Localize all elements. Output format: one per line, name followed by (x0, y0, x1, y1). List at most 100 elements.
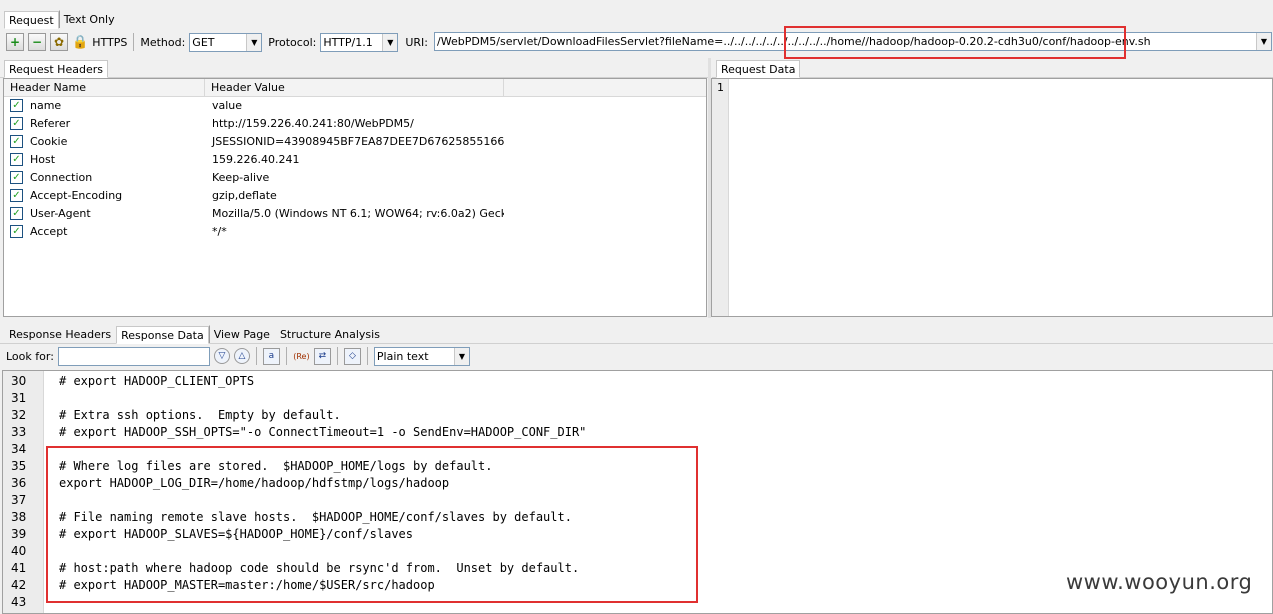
format-value: Plain text (376, 349, 429, 363)
header-name[interactable]: User-Agent (30, 207, 91, 220)
toolbar-separator (255, 347, 257, 365)
tab-text-only[interactable]: Text Only (58, 10, 120, 28)
match-case-icon[interactable]: a (262, 347, 280, 365)
method-select[interactable]: GET ▼ (189, 32, 263, 52)
header-value[interactable]: value (205, 99, 504, 112)
line-number: 34 (11, 442, 27, 456)
code-line: # export HADOOP_SLAVES=${HADOOP_HOME}/co… (59, 527, 414, 541)
header-name-cell: ✓ Accept-Encoding (4, 189, 205, 202)
header-value[interactable]: gzip,deflate (205, 189, 504, 202)
code-line: # export HADOOP_CLIENT_OPTS (59, 374, 255, 388)
header-name-cell: ✓ Host (4, 153, 205, 166)
line-number: 39 (11, 527, 27, 541)
protocol-select[interactable]: HTTP/1.1 ▼ (320, 32, 399, 52)
method-label: Method: (140, 35, 186, 49)
tab-response-data[interactable]: Response Data (116, 326, 209, 344)
header-name[interactable]: Referer (30, 117, 70, 130)
table-row[interactable]: ✓ Referer http://159.226.40.241:80/WebPDM5… (4, 115, 706, 133)
line-number: 43 (11, 595, 27, 609)
chevron-down-icon[interactable]: ▼ (246, 33, 262, 51)
add-header-button[interactable]: + (6, 33, 24, 51)
look-for-input[interactable] (57, 346, 210, 366)
table-row[interactable]: ✓ Accept-Encoding gzip,deflate (4, 187, 706, 205)
table-row[interactable]: ✓ name value (4, 97, 706, 115)
toolbar-separator (285, 347, 287, 365)
find-previous-icon[interactable]: △ (233, 348, 250, 364)
column-header-value[interactable]: Header Value (205, 78, 504, 97)
header-enabled-checkbox[interactable]: ✓ (10, 171, 23, 184)
line-number: 41 (11, 561, 27, 575)
chevron-down-icon[interactable]: ▼ (382, 33, 398, 51)
uri-label: URI: (405, 35, 428, 49)
find-bar: Look for: ▽ △ a (Re) ⇄ ◇ Plain text ▼ (0, 345, 1273, 367)
format-select[interactable]: Plain text ▼ (373, 346, 470, 366)
header-name-cell: ✓ Cookie (4, 135, 205, 148)
table-row[interactable]: ✓ Connection Keep-alive (4, 169, 706, 187)
header-value[interactable]: */* (205, 225, 504, 238)
tab-request-headers[interactable]: Request Headers (4, 60, 108, 78)
table-row[interactable]: ✓ Host 159.226.40.241 (4, 151, 706, 169)
line-number: 33 (11, 425, 27, 439)
response-tab-bar: Response Headers Response Data View Page… (0, 324, 1273, 344)
header-value[interactable]: JSESSIONID=43908945BF7EA87DEE7D676258551… (205, 135, 504, 148)
tab-request[interactable]: Request (4, 11, 59, 29)
remove-header-button[interactable]: − (28, 33, 46, 51)
code-line: # Extra ssh options. Empty by default. (59, 408, 341, 422)
chevron-down-icon[interactable]: ▼ (1256, 33, 1271, 50)
line-number: 38 (11, 510, 27, 524)
request-data-editor[interactable]: 1 (711, 78, 1273, 317)
header-enabled-checkbox[interactable]: ✓ (10, 117, 23, 130)
tab-request-data[interactable]: Request Data (716, 60, 801, 78)
table-row[interactable]: ✓ User-Agent Mozilla/5.0 (Windows NT 6.1; … (4, 205, 706, 223)
header-name[interactable]: Cookie (30, 135, 67, 148)
protocol-value: HTTP/1.1 (323, 35, 373, 49)
request-headers-table: Header Name Header Value ✓ name value ✓ Refe… (3, 78, 707, 317)
line-number: 36 (11, 476, 27, 490)
header-value[interactable]: Mozilla/5.0 (Windows NT 6.1; WOW64; rv:6… (205, 207, 504, 220)
header-name[interactable]: Connection (30, 171, 92, 184)
header-enabled-checkbox[interactable]: ✓ (10, 135, 23, 148)
column-header-name[interactable]: Header Name (4, 78, 205, 97)
header-enabled-checkbox[interactable]: ✓ (10, 189, 23, 202)
header-name[interactable]: Host (30, 153, 55, 166)
line-number: 1 (717, 81, 724, 94)
toolbar-separator (133, 33, 135, 51)
header-name[interactable]: Accept-Encoding (30, 189, 122, 202)
watermark: www.wooyun.org (1066, 570, 1253, 594)
header-name[interactable]: Accept (30, 225, 68, 238)
header-name-cell: ✓ Referer (4, 117, 205, 130)
line-number: 30 (11, 374, 27, 388)
toolbar-separator (336, 347, 338, 365)
https-toggle[interactable]: HTTPS (92, 36, 127, 49)
tab-view-page[interactable]: View Page (208, 325, 275, 343)
header-value[interactable]: 159.226.40.241 (205, 153, 504, 166)
line-number-gutter: 30 31 32 33 34 35 36 37 38 39 40 41 42 43 (3, 371, 44, 613)
header-name-cell: ✓ name (4, 99, 205, 112)
replace-icon[interactable]: ⇄ (313, 347, 331, 365)
header-value[interactable]: Keep-alive (205, 171, 504, 184)
header-value[interactable]: http://159.226.40.241:80/WebPDM5/ (205, 117, 504, 130)
settings-button[interactable]: ✿ (50, 33, 68, 51)
toolbar-separator (366, 347, 368, 365)
lock-icon[interactable]: 🔒 (72, 35, 88, 50)
method-value: GET (192, 35, 215, 49)
tab-structure-analysis[interactable]: Structure Analysis (275, 325, 385, 343)
format-icon[interactable]: ◇ (343, 347, 361, 365)
header-enabled-checkbox[interactable]: ✓ (10, 225, 23, 238)
header-enabled-checkbox[interactable]: ✓ (10, 99, 23, 112)
regex-icon[interactable]: (Re) (293, 348, 310, 365)
uri-input[interactable]: /WebPDM5/servlet/DownloadFilesServlet?fi… (434, 32, 1272, 51)
code-line: # host:path where hadoop code should be … (59, 561, 580, 575)
line-number: 37 (11, 493, 27, 507)
uri-value: /WebPDM5/servlet/DownloadFilesServlet?fi… (437, 35, 1151, 48)
chevron-down-icon[interactable]: ▼ (453, 347, 469, 365)
table-header-row: Header Name Header Value (4, 78, 706, 97)
table-row[interactable]: ✓ Accept */* (4, 223, 706, 241)
find-next-icon[interactable]: ▽ (213, 348, 230, 364)
header-enabled-checkbox[interactable]: ✓ (10, 207, 23, 220)
table-row[interactable]: ✓ Cookie JSESSIONID=43908945BF7EA87DEE7D67… (4, 133, 706, 151)
code-line: # Where log files are stored. $HADOOP_HO… (59, 459, 493, 473)
tab-response-headers[interactable]: Response Headers (4, 325, 116, 343)
header-enabled-checkbox[interactable]: ✓ (10, 153, 23, 166)
header-name[interactable]: name (30, 99, 61, 112)
